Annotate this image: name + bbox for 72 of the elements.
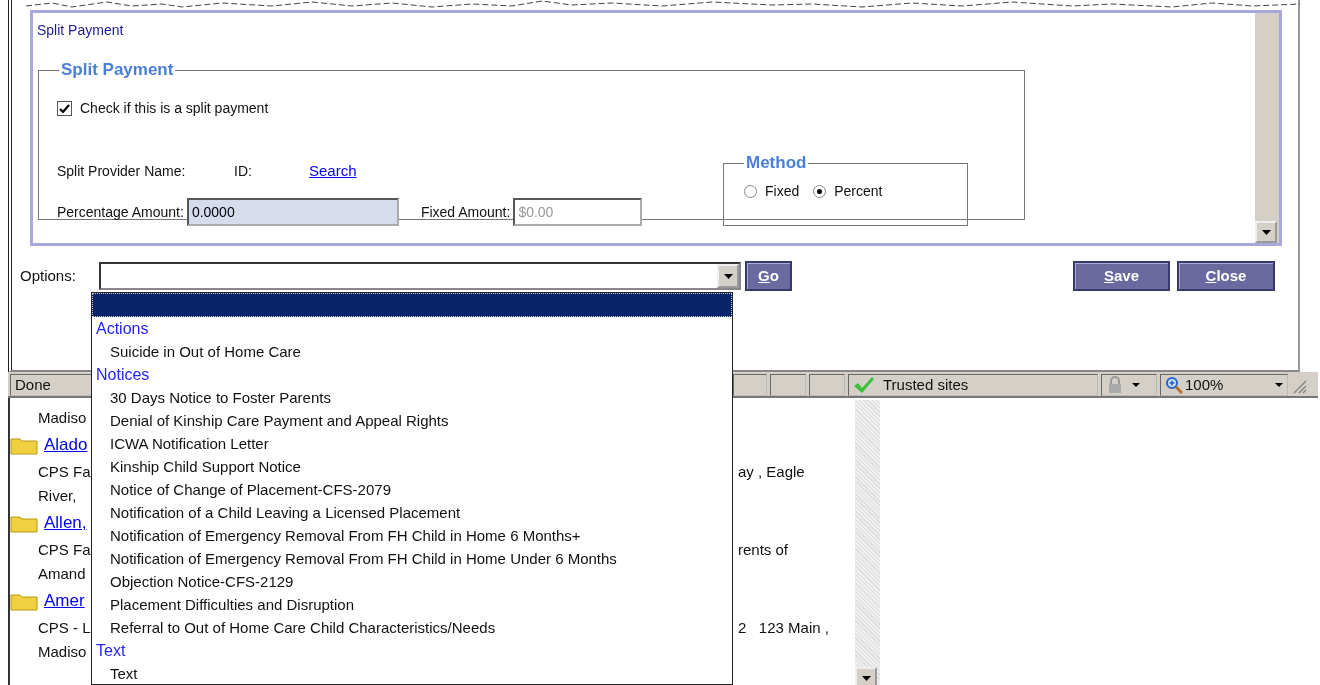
scrollbar[interactable] — [1255, 13, 1279, 243]
radio-button[interactable] — [744, 185, 757, 198]
group-legend: Split Payment — [59, 60, 176, 80]
dropdown-option[interactable]: Notification of a Child Leaving a Licensed Placement — [92, 501, 732, 524]
option-group-label: Actions — [95, 319, 150, 339]
checkbox-label: Check if this is a split payment — [80, 99, 269, 118]
caret-icon — [1275, 383, 1283, 387]
record-detail: Amand — [38, 563, 87, 584]
group-legend: Method — [744, 153, 809, 173]
checkbox[interactable] — [57, 101, 72, 116]
dropdown-option[interactable]: Placement Difficulties and Disruption — [92, 593, 732, 616]
down-arrow-icon — [1261, 229, 1271, 235]
panel-caption: Split Payment — [37, 22, 124, 38]
zone-panel: Trusted sites — [848, 374, 1098, 396]
checkmark-icon — [853, 376, 875, 394]
record-detail: River, — [38, 485, 78, 506]
down-arrow-icon — [723, 273, 733, 279]
option-group-label: Text — [95, 641, 127, 661]
record-link[interactable]: Amer — [44, 588, 85, 614]
record-detail: rents of — [738, 539, 789, 560]
resize-grip-icon — [1291, 378, 1307, 394]
record-detail: CPS Fa — [38, 539, 91, 560]
scrollbar[interactable] — [855, 400, 880, 685]
dropdown-option[interactable]: ICWA Notification Letter — [92, 432, 732, 455]
radio-label: Percent — [834, 182, 883, 201]
close-button[interactable]: Close — [1177, 261, 1275, 291]
lock-icon — [1106, 376, 1124, 394]
options-label: Options: — [20, 265, 77, 286]
percentage-amount-field[interactable]: 0.0000 — [186, 198, 399, 226]
dropdown-option[interactable]: Notification of Emergency Removal From FH Child in Home Under 6 Months — [92, 547, 732, 570]
dropdown-option[interactable]: Kinship Child Support Notice — [92, 455, 732, 478]
folder-icon — [10, 435, 38, 455]
record-detail: CPS - L — [38, 617, 91, 638]
down-arrow-icon — [861, 675, 871, 681]
folder-icon — [10, 513, 38, 533]
radio-button[interactable] — [813, 185, 827, 198]
zoom-dropdown[interactable]: 100% — [1160, 374, 1288, 396]
dropdown-option[interactable]: Referral to Out of Home Care Child Characteristics/Needs — [92, 616, 732, 639]
status-panel — [733, 374, 767, 396]
magnifier-icon — [1165, 376, 1183, 394]
highlighted-option[interactable] — [92, 293, 732, 317]
record-link[interactable]: Allen, — [44, 510, 87, 536]
search-link[interactable]: Search — [309, 159, 357, 183]
dropdown-option[interactable]: Notification of Emergency Removal From FH Child in Home 6 Months+ — [92, 524, 732, 547]
status-panel — [809, 374, 845, 396]
dropdown-button[interactable] — [717, 264, 739, 288]
field-label: ID: — [234, 161, 253, 181]
record-detail: Madiso — [38, 407, 88, 428]
options-dropdown[interactable] — [99, 262, 741, 290]
record-link[interactable]: Alado — [44, 432, 88, 458]
field-label: Percentage Amount: — [57, 202, 184, 222]
dropdown-option[interactable]: Objection Notice-CFS-2129 — [92, 570, 732, 593]
field-label: Fixed Amount: — [420, 202, 511, 222]
record-detail: 2 123 Main , — [738, 617, 829, 638]
record-detail: CPS Fa — [38, 461, 91, 482]
check-icon — [59, 103, 70, 114]
record-detail: ay , Eagle — [738, 461, 805, 482]
folder-icon — [10, 591, 38, 611]
dropdown-option[interactable]: Denial of Kinship Care Payment and Appeal Rights — [92, 409, 732, 432]
dropdown-option[interactable]: Suicide in Out of Home Care — [92, 340, 732, 363]
field-label: Split Provider Name: — [57, 161, 187, 181]
security-dropdown[interactable] — [1101, 374, 1157, 396]
scroll-down-button[interactable] — [1255, 221, 1277, 243]
caret-icon — [1132, 383, 1140, 387]
radio-label: Fixed — [765, 182, 800, 201]
save-button[interactable]: Save — [1073, 261, 1170, 291]
go-button[interactable]: Go — [745, 261, 792, 291]
status-panel — [770, 374, 806, 396]
dropdown-option[interactable]: Notice of Change of Placement-CFS-2079 — [92, 478, 732, 501]
dropdown-option[interactable]: Text — [92, 662, 732, 684]
record-detail: Madiso — [38, 641, 88, 662]
scroll-down-button[interactable] — [855, 667, 877, 685]
